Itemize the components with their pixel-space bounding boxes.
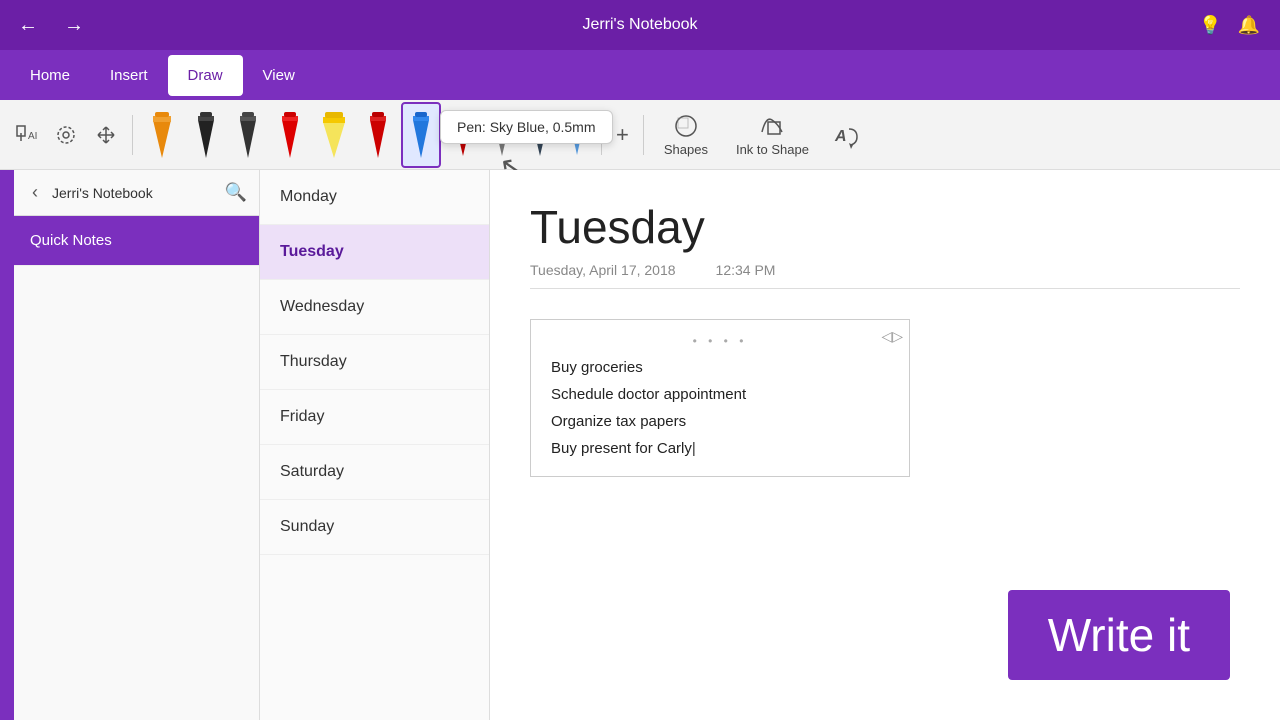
section-quick-notes[interactable]: Quick Notes [14,216,259,266]
move-icon [94,123,118,147]
note-line-1: Buy groceries [551,354,889,381]
notifications-icon[interactable]: 🔔 [1238,15,1260,36]
back-button[interactable]: ← [10,10,46,41]
page-thursday[interactable]: Thursday [260,335,489,390]
pen-darkblue-icon [529,112,551,158]
menu-view[interactable]: View [243,55,315,96]
pen-red-2-button[interactable] [359,104,397,166]
pages-panel: Monday Tuesday Wednesday Thursday Friday… [260,170,490,720]
pen-orange-button[interactable] [141,104,183,166]
pen-blue-button[interactable] [401,102,441,168]
shapes-icon [672,112,700,140]
pen-black-1-icon [193,110,219,160]
forward-button[interactable]: → [56,10,92,41]
move-tool-button[interactable] [88,117,124,153]
ink-replay-icon: A [831,121,859,149]
page-title: Tuesday [530,200,1240,254]
pen-black-2-icon [235,110,261,160]
page-date: Tuesday, April 17, 2018 [530,262,676,278]
menu-home[interactable]: Home [10,55,90,96]
pen-lightblue-icon [567,113,587,157]
add-pen-button[interactable]: + [610,116,635,154]
titlebar-right-icons: 💡 🔔 [1199,15,1260,36]
pen-red-button[interactable] [271,104,309,166]
select-tool-button[interactable]: AI [8,117,44,153]
ink-replay-button[interactable]: A [825,115,865,155]
notebook-search-button[interactable]: 🔍 [225,182,247,203]
pen-darkblue-button[interactable] [523,106,557,164]
pen-yellow-icon [319,110,349,160]
pen-lightblue-button[interactable] [561,107,593,163]
ink-to-shape-label: Ink to Shape [736,142,809,157]
notebook-title: Jerri's Notebook [52,185,217,201]
note-box-handle: • • • • [551,334,889,348]
pen-gray-button[interactable] [485,106,519,164]
toolbar: AI [0,100,1280,170]
ideas-icon[interactable]: 💡 [1199,15,1221,36]
pen-red-3-icon [451,112,475,158]
menu-insert[interactable]: Insert [90,55,168,96]
shapes-button[interactable]: Shapes [652,106,720,163]
write-it-banner: Write it [1008,590,1230,680]
pen-gray-icon [491,112,513,158]
page-sunday[interactable]: Sunday [260,500,489,555]
resize-handle[interactable]: ◁▷ [881,328,903,345]
pen-black-2-button[interactable] [229,104,267,166]
page-tuesday[interactable]: Tuesday [260,225,489,280]
pen-yellow-button[interactable] [313,104,355,166]
note-line-4: Buy present for Carly [551,435,889,462]
ink-to-shape-icon [758,112,786,140]
toolbar-separator-2 [601,115,602,155]
svg-text:A: A [834,128,847,145]
page-friday[interactable]: Friday [260,390,489,445]
app-title: Jerri's Notebook [582,16,697,34]
menu-draw[interactable]: Draw [168,55,243,96]
shapes-label: Shapes [664,142,708,157]
page-time: 12:34 PM [716,262,776,278]
pen-blue-icon [409,110,433,160]
toolbar-separator-1 [132,115,133,155]
pen-red-3-button[interactable] [445,106,481,164]
select-icon: AI [14,123,38,147]
svg-text:AI: AI [28,131,37,142]
note-line-2: Schedule doctor appointment [551,381,889,408]
pen-black-1-button[interactable] [187,104,225,166]
lasso-tool-button[interactable] [48,117,84,153]
ink-to-shape-button[interactable]: Ink to Shape [724,106,821,163]
note-box[interactable]: • • • • ◁▷ Buy groceries Schedule doctor… [530,319,910,477]
lasso-icon [54,123,78,147]
section-bar [0,170,14,720]
page-meta: Tuesday, April 17, 2018 12:34 PM [530,262,1240,289]
nav-buttons: ← → [10,10,92,41]
main-area: ‹ Jerri's Notebook 🔍 Quick Notes Monday … [0,170,1280,720]
menubar: Home Insert Draw View [0,50,1280,100]
notebook-back-button[interactable]: ‹ [26,180,44,205]
titlebar: ← → Jerri's Notebook 💡 🔔 [0,0,1280,50]
pen-orange-icon [147,110,177,160]
note-line-3: Organize tax papers [551,408,889,435]
page-saturday[interactable]: Saturday [260,445,489,500]
content-area: Tuesday Tuesday, April 17, 2018 12:34 PM… [490,170,1280,720]
pen-red-icon [277,110,303,160]
pen-red-2-icon [365,110,391,160]
page-wednesday[interactable]: Wednesday [260,280,489,335]
toolbar-separator-3 [643,115,644,155]
notebook-panel: ‹ Jerri's Notebook 🔍 Quick Notes [14,170,260,720]
notebook-header: ‹ Jerri's Notebook 🔍 [14,170,259,216]
section-tab-quick-notes [5,180,9,196]
page-monday[interactable]: Monday [260,170,489,225]
